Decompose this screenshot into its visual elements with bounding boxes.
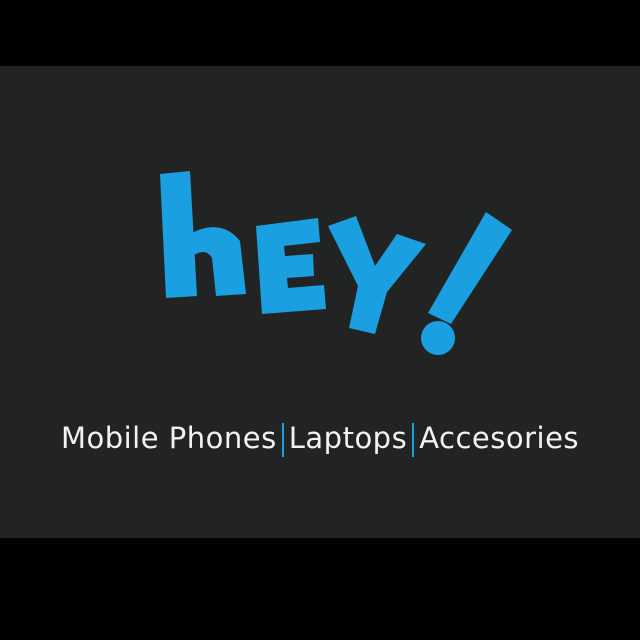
logo-letter-y	[328, 216, 426, 334]
banner-panel: Mobile Phones Laptops Accesories	[0, 66, 640, 538]
tagline-separator	[281, 423, 284, 457]
logo-letter-h	[160, 171, 246, 298]
tagline-item-accesories: Accesories	[419, 421, 580, 455]
logo-letter-e	[256, 218, 326, 314]
tagline: Mobile Phones Laptops Accesories	[0, 418, 640, 458]
hey-logo	[160, 171, 512, 355]
tagline-item-laptops: Laptops	[288, 421, 408, 455]
page: Mobile Phones Laptops Accesories	[0, 0, 640, 640]
tagline-item-mobile-phones: Mobile Phones	[60, 421, 277, 455]
logo-exclamation	[421, 212, 512, 355]
tagline-separator	[412, 423, 415, 457]
